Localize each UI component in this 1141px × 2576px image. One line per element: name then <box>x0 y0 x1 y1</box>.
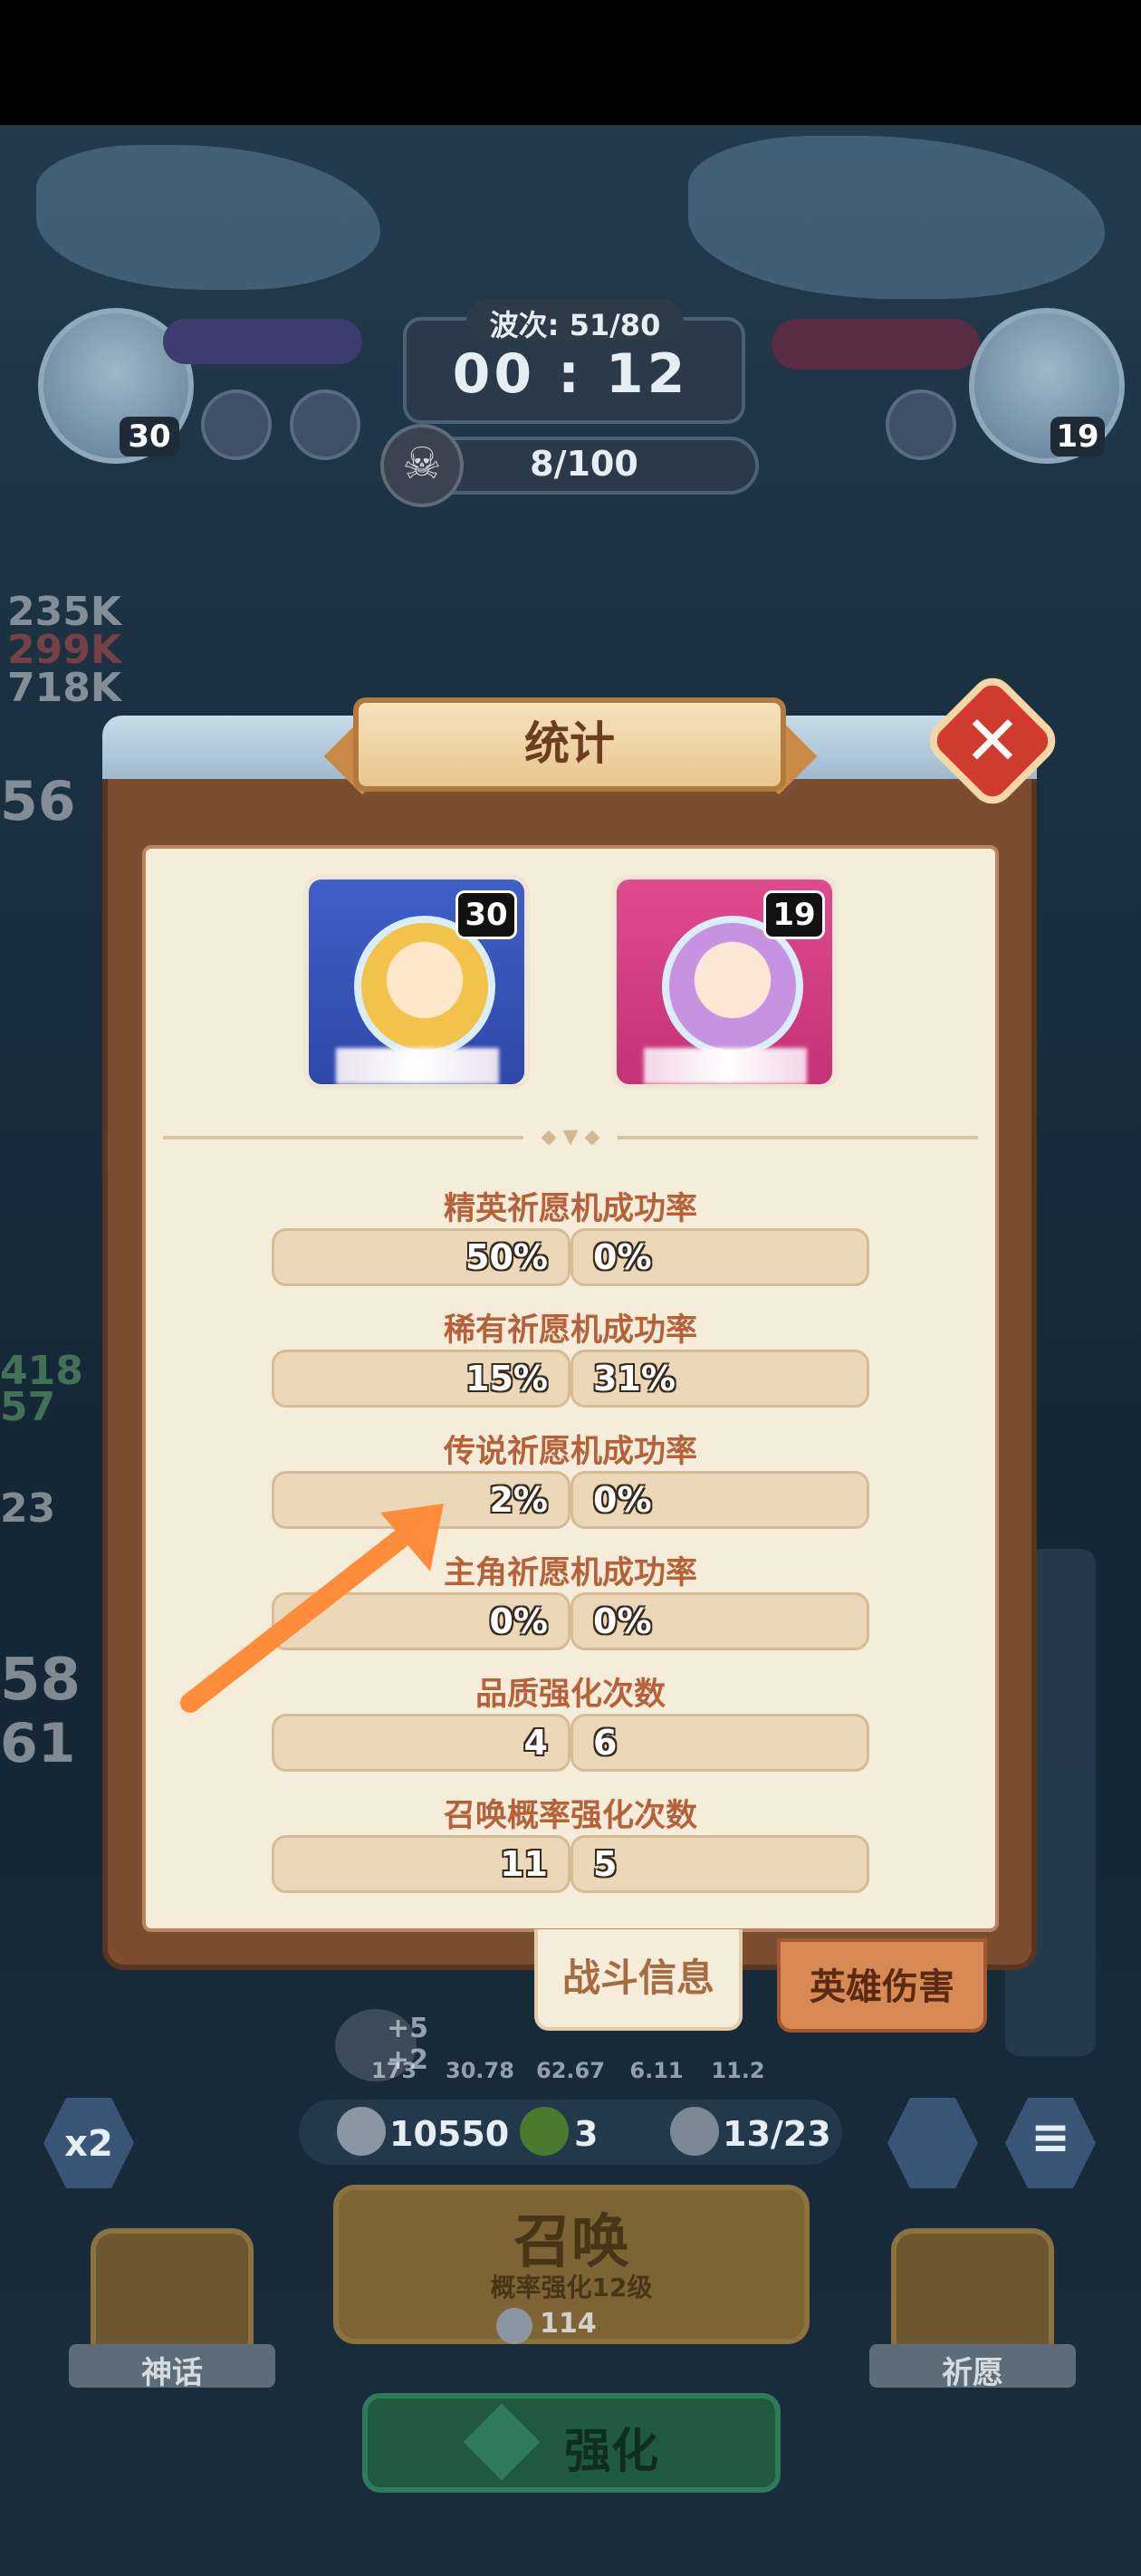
upgrade-label: 强化 <box>563 2425 658 2479</box>
dialog-title: 统计 <box>353 697 786 792</box>
stat-left-value: 11 <box>272 1835 570 1893</box>
portrait-level: 19 <box>763 890 825 939</box>
left-player-name-bar <box>163 319 362 364</box>
right-player-name-bar <box>772 319 980 370</box>
unit-icon <box>670 2107 719 2156</box>
damage-number: 57 <box>0 1384 56 1430</box>
wave-label: 波次: 51/80 <box>489 308 661 342</box>
damage-number: 56 <box>0 770 76 833</box>
stat-right-value: 6 <box>570 1714 869 1772</box>
right-hero-portrait[interactable]: 19 <box>611 874 838 1090</box>
speed-label: x2 <box>64 2123 113 2165</box>
mini-stat: 173 <box>370 2058 417 2083</box>
stat-right-value: 5 <box>570 1835 869 1893</box>
clover-count: 3 <box>574 2114 599 2154</box>
damage-number: 58 <box>0 1647 82 1714</box>
player-name-blurred <box>336 1048 499 1084</box>
timer: 00 : 12 <box>452 342 689 406</box>
stat-left-value: 50% <box>272 1228 570 1286</box>
clover-icon <box>520 2107 569 2156</box>
mini-stat: 30.78 <box>446 2058 514 2083</box>
stat-label: 精英祈愿机成功率 <box>443 1191 697 1227</box>
left-hero-portrait[interactable]: 30 <box>303 874 530 1090</box>
stat-right-value: 31% <box>570 1350 869 1408</box>
right-player-level: 19 <box>1050 417 1105 457</box>
coin-icon <box>496 2308 532 2344</box>
left-player-level: 30 <box>120 417 179 457</box>
summon-title: 召唤 <box>513 2209 629 2276</box>
mini-stat: 6.11 <box>629 2058 684 2083</box>
stat-right-value: 0% <box>570 1592 869 1650</box>
mute-chat-icon[interactable] <box>290 389 360 460</box>
damage-number: 718K <box>7 665 121 711</box>
divider-ornament: ◆ ▼ ◆ <box>523 1128 618 1148</box>
coin-icon <box>337 2107 386 2156</box>
stat-right-value: 0% <box>570 1471 869 1529</box>
status-bar <box>0 0 1141 125</box>
myth-label: 神话 <box>141 2355 203 2391</box>
damage-number: 61 <box>0 1712 76 1775</box>
stat-right-value: 0% <box>570 1228 869 1286</box>
summon-cost: 114 <box>540 2308 597 2340</box>
stat-label: 传说祈愿机成功率 <box>443 1434 697 1470</box>
kill-count: 8/100 <box>530 444 638 484</box>
mute-mic-icon[interactable] <box>201 389 272 460</box>
mini-stat: 11.2 <box>711 2058 765 2083</box>
close-icon[interactable]: ✕ <box>942 690 1043 792</box>
stat-label: 召唤概率强化次数 <box>443 1798 697 1834</box>
damage-number: 23 <box>0 1485 56 1532</box>
menu-icon: ≡ <box>1031 2110 1070 2165</box>
annotation-arrow <box>180 1504 444 1713</box>
tab-battle-info[interactable]: 战斗信息 <box>534 1929 743 2031</box>
tab-hero-damage[interactable]: 英雄伤害 <box>777 1938 987 2033</box>
chat-bubble-icon[interactable] <box>886 389 956 460</box>
stat-label: 稀有祈愿机成功率 <box>443 1312 697 1349</box>
mini-stat: 62.67 <box>536 2058 605 2083</box>
player-name-blurred <box>644 1048 807 1084</box>
coin-count: 10550 <box>389 2114 510 2154</box>
wish-label: 祈愿 <box>942 2355 1003 2391</box>
portrait-level: 30 <box>455 890 517 939</box>
stat-left-value: 4 <box>272 1714 570 1772</box>
stat-left-value: 15% <box>272 1350 570 1408</box>
summon-subtitle: 概率强化12级 <box>490 2273 653 2302</box>
unit-count: 13/23 <box>723 2114 831 2154</box>
